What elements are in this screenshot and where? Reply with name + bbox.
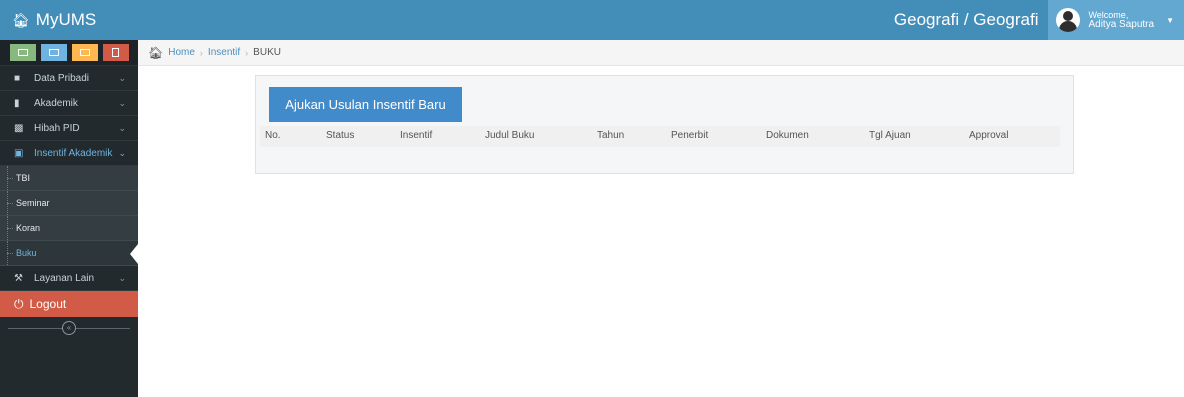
book-icon: ▮ xyxy=(14,97,20,109)
chevron-down-icon: ⌄ xyxy=(118,272,126,283)
top-navbar: 🏠︎ MyUMS Geografi / Geografi Welcome, Ad… xyxy=(0,0,1184,40)
brand-link[interactable]: 🏠︎ MyUMS xyxy=(12,0,96,40)
column-header-status[interactable]: Status xyxy=(326,130,354,141)
breadcrumb-current: BUKU xyxy=(253,47,281,58)
submenu-item-koran[interactable]: Koran xyxy=(0,216,138,241)
wrench-icon: ⚒ xyxy=(14,272,23,284)
user-name: Aditya Saputra xyxy=(1088,19,1155,30)
sidebar-item-data-pribadi[interactable]: ■ Data Pribadi ⌄ xyxy=(0,66,138,91)
active-indicator xyxy=(130,244,138,264)
chevron-right-icon: › xyxy=(245,47,249,58)
column-header-approval[interactable]: Approval xyxy=(969,130,1008,141)
unit-title: Geografi / Geografi xyxy=(893,10,1039,29)
sidebar-item-akademik[interactable]: ▮ Akademik ⌄ xyxy=(0,91,138,116)
submenu-item-label: Buku xyxy=(16,248,37,258)
chevron-right-icon: › xyxy=(199,47,203,58)
sidebar-item-label: Insentif Akademik xyxy=(34,147,113,159)
content-card: Ajukan Usulan Insentif Baru No. Status I… xyxy=(255,75,1074,174)
chart-icon[interactable] xyxy=(71,44,98,61)
sidebar-item-insentif-akademik[interactable]: ▣ Insentif Akademik ⌄ xyxy=(0,141,138,166)
user-menu[interactable]: Welcome, Aditya Saputra ▼ xyxy=(1048,0,1184,40)
brand-name: MyUMS xyxy=(35,10,97,29)
logout-label: Logout xyxy=(29,297,67,311)
sidebar-item-label: Akademik xyxy=(34,97,78,109)
home-icon: 🏠︎ xyxy=(148,45,164,60)
table-header: No. Status Insentif Judul Buku Tahun Pen… xyxy=(260,126,1060,147)
briefcase-icon: ▩ xyxy=(14,122,24,134)
chevron-down-icon: ⌄ xyxy=(118,147,126,158)
list-icon[interactable] xyxy=(40,44,67,61)
caret-down-icon: ▼ xyxy=(1166,15,1174,25)
sidebar-item-label: Layanan Lain xyxy=(34,272,95,284)
sidebar-item-hibah-pid[interactable]: ▩ Hibah PID ⌄ xyxy=(0,116,138,141)
sidebar-item-label: Hibah PID xyxy=(34,122,80,134)
add-insentif-button[interactable]: Ajukan Usulan Insentif Baru xyxy=(269,87,462,122)
column-header-tahun[interactable]: Tahun xyxy=(597,130,624,141)
money-icon: ▣ xyxy=(14,147,24,159)
chevron-down-icon: ⌄ xyxy=(118,97,126,108)
submenu-item-seminar[interactable]: Seminar xyxy=(0,191,138,216)
breadcrumb-home[interactable]: Home xyxy=(168,47,195,58)
sidebar-item-layanan-lain[interactable]: ⚒ Layanan Lain ⌄ xyxy=(0,266,138,291)
submenu-item-tbi[interactable]: TBI xyxy=(0,166,138,191)
avatar-icon xyxy=(1056,8,1081,32)
power-icon: ⏻ xyxy=(14,296,24,311)
chevron-down-icon: ⌄ xyxy=(118,122,126,133)
submenu-item-label: Seminar xyxy=(16,198,50,208)
double-chevron-left-icon[interactable]: « xyxy=(62,321,76,335)
insentif-submenu: TBI Seminar Koran Buku xyxy=(0,166,138,266)
column-header-dokumen[interactable]: Dokumen xyxy=(766,130,809,141)
column-header-judul-buku[interactable]: Judul Buku xyxy=(485,130,534,141)
shortcut-bar xyxy=(0,40,138,66)
column-header-penerbit[interactable]: Penerbit xyxy=(671,130,708,141)
user-icon: ■ xyxy=(14,72,21,84)
column-header-insentif[interactable]: Insentif xyxy=(400,130,432,141)
submenu-item-label: Koran xyxy=(16,223,41,233)
breadcrumb: 🏠︎ Home › Insentif › BUKU xyxy=(138,40,1184,66)
submenu-item-buku[interactable]: Buku xyxy=(0,241,138,266)
sidebar-item-label: Data Pribadi xyxy=(34,72,90,84)
home-icon: 🏠︎ xyxy=(12,11,30,28)
submenu-item-label: TBI xyxy=(16,173,31,183)
sidebar-collapse-bar: « xyxy=(0,317,138,339)
logout-button[interactable]: ⏻ Logout xyxy=(0,291,138,317)
file-icon[interactable] xyxy=(102,44,129,61)
sidebar: ■ Data Pribadi ⌄ ▮ Akademik ⌄ ▩ Hibah PI… xyxy=(0,40,138,397)
breadcrumb-insentif[interactable]: Insentif xyxy=(208,47,240,58)
column-header-no[interactable]: No. xyxy=(265,130,281,141)
chevron-down-icon: ⌄ xyxy=(118,72,126,83)
desktop-icon[interactable] xyxy=(9,44,36,61)
column-header-tgl-ajuan[interactable]: Tgl Ajuan xyxy=(869,130,911,141)
